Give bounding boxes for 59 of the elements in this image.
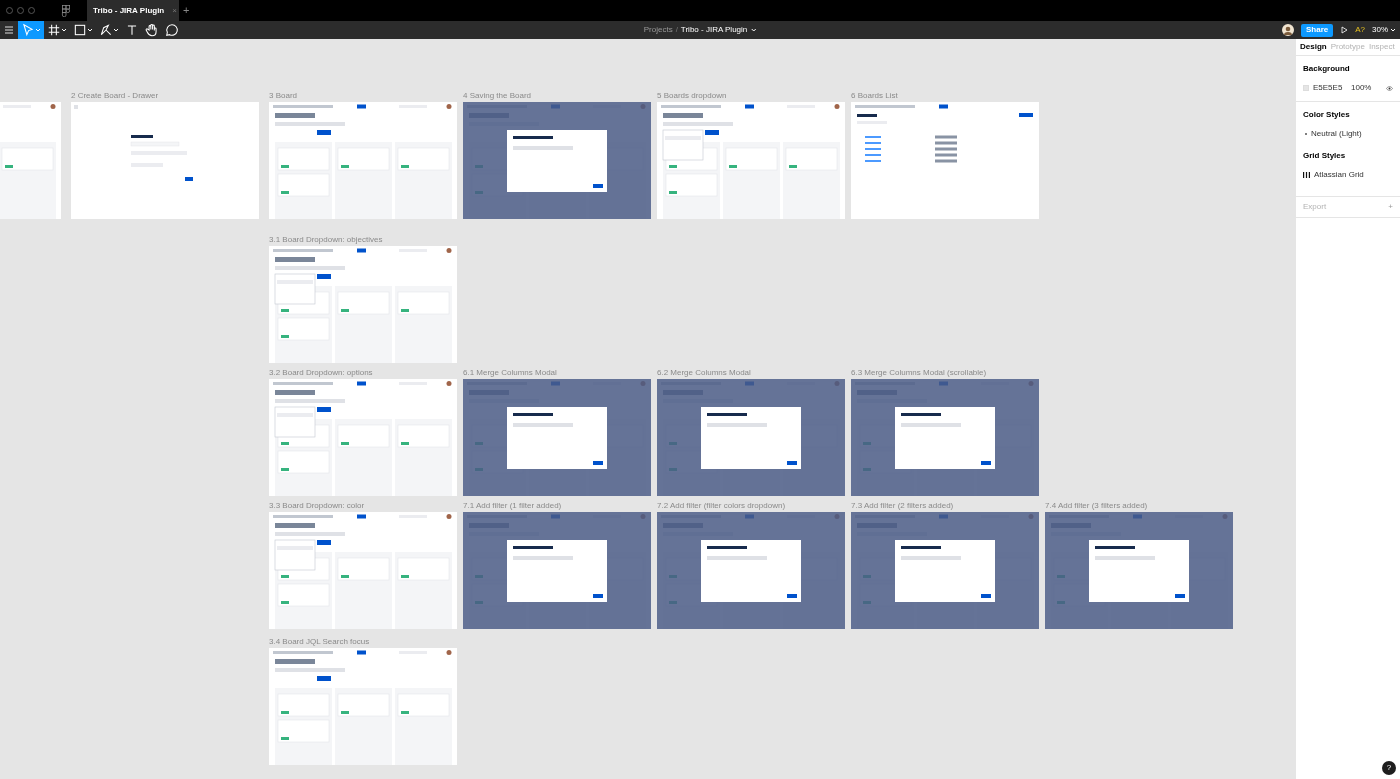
hand-icon — [145, 23, 159, 37]
accessibility-badge[interactable]: A? — [1355, 24, 1365, 36]
panel-tab[interactable]: Design — [1300, 41, 1327, 53]
cursor-icon — [21, 23, 35, 37]
file-name[interactable]: Tribo - JIRA Plugin — [680, 24, 748, 36]
color-style-item[interactable]: Neutral (Light) — [1311, 128, 1362, 140]
close-icon[interactable]: × — [172, 4, 177, 17]
frame-title[interactable]: 7.1 Add filter (1 filter added) — [463, 501, 562, 510]
play-icon[interactable] — [1340, 26, 1349, 34]
section-heading: Background — [1303, 63, 1351, 75]
grid-icon — [1303, 172, 1310, 178]
breadcrumb-link[interactable]: Projects — [643, 24, 673, 36]
help-button[interactable]: ? — [1382, 761, 1396, 775]
frame-icon — [47, 23, 61, 37]
caret-icon — [35, 27, 41, 33]
frame-title[interactable]: 6.1 Merge Columns Modal — [463, 368, 557, 377]
opacity-value[interactable]: 100% — [1351, 82, 1372, 94]
frame-title[interactable]: 3.4 Board JQL Search focus — [269, 637, 370, 646]
share-button[interactable]: Share — [1300, 23, 1334, 37]
frame-title[interactable]: 3 Board — [269, 91, 298, 100]
new-tab-button[interactable]: + — [183, 2, 190, 19]
panel-tab[interactable]: Inspect — [1368, 41, 1395, 53]
breadcrumb-separator: / — [675, 24, 678, 36]
frame-title[interactable]: 5 Boards dropdown — [657, 91, 727, 100]
hex-value[interactable]: E5E5E5 — [1313, 82, 1347, 94]
frame-title[interactable]: 7.4 Add filter (3 filters added) — [1045, 501, 1148, 510]
frame-title[interactable]: 3.1 Board Dropdown: objectives — [269, 235, 383, 244]
add-button[interactable]: + — [1388, 201, 1393, 213]
frame-title[interactable]: 6.2 Merge Columns Modal — [657, 368, 751, 377]
caret-icon — [87, 27, 93, 33]
pen-icon — [99, 23, 113, 37]
comment-icon — [165, 23, 179, 37]
frame-title[interactable]: 7.2 Add filter (filter colors dropdown) — [657, 501, 786, 510]
frame-title[interactable]: 6.3 Merge Columns Modal (scrollable) — [851, 368, 987, 377]
caret-icon[interactable] — [750, 27, 757, 33]
tab-title: Tribo - JIRA Plugin — [93, 4, 165, 17]
frame-title[interactable]: 7.3 Add filter (2 filters added) — [851, 501, 954, 510]
text-icon — [125, 23, 139, 37]
logo-icon[interactable] — [61, 4, 71, 17]
caret-icon — [1390, 27, 1396, 33]
frame-title[interactable]: 3.2 Board Dropdown: options — [269, 368, 373, 377]
menu-icon[interactable] — [4, 25, 14, 35]
caret-icon — [113, 27, 119, 33]
avatar[interactable] — [1281, 24, 1294, 36]
frame-title[interactable]: 4 Saving the Board — [463, 91, 532, 100]
section-heading: Grid Styles — [1303, 150, 1347, 162]
caret-icon — [61, 27, 67, 33]
file-tab[interactable]: Tribo - JIRA Plugin × — [87, 0, 179, 21]
section-heading: Export — [1303, 201, 1327, 213]
rectangle-icon — [73, 23, 87, 37]
color-swatch[interactable] — [1303, 85, 1309, 91]
frame-title[interactable]: 2 Create Board - Drawer — [71, 91, 159, 100]
section-heading: Color Styles — [1303, 109, 1351, 121]
panel-tab[interactable]: Prototype — [1330, 41, 1365, 53]
eye-icon[interactable] — [1386, 85, 1393, 91]
frame-title[interactable]: 3.3 Board Dropdown: color — [269, 501, 365, 510]
zoom-dropdown[interactable]: 30% — [1372, 24, 1396, 36]
frame-title[interactable]: 6 Boards List — [851, 91, 898, 100]
grid-style-item[interactable]: Atlassian Grid — [1314, 169, 1364, 181]
